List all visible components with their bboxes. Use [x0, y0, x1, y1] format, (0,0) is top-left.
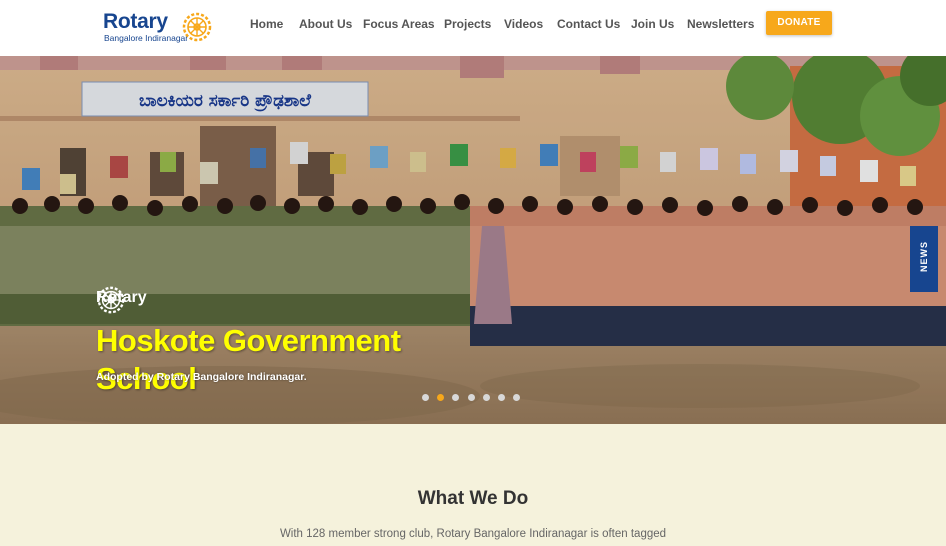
- slider-dot[interactable]: [422, 394, 429, 401]
- slider-pagination: [422, 394, 524, 402]
- nav-home[interactable]: Home: [250, 17, 283, 31]
- slider-dot[interactable]: [513, 394, 520, 401]
- nav-projects[interactable]: Projects: [444, 17, 491, 31]
- slide-rotary-logo: Rotary: [96, 285, 196, 315]
- slide-caption: Adopted by Rotary Bangalore Indiranagar.: [96, 371, 307, 383]
- nav-join-us[interactable]: Join Us: [631, 17, 674, 31]
- logo-wordmark: Rotary: [103, 10, 168, 33]
- slide-title: Hoskote Government School: [96, 323, 401, 396]
- news-tab-label: NEWS: [919, 241, 929, 272]
- slider-dot[interactable]: [468, 394, 475, 401]
- donate-button[interactable]: DONATE: [766, 11, 832, 35]
- logo-club-name: Bangalore Indiranagar: [104, 33, 189, 43]
- rotary-wheel-icon: [97, 286, 125, 314]
- section-title: What We Do: [417, 488, 529, 509]
- section-intro-text: With 128 member strong club, Rotary Bang…: [279, 528, 667, 540]
- hero-slider: ಬಾಲಕಿಯರ ಸರ್ಕಾರಿ ಪ್ರೌಢಶಾಲೆ Rotary Hoskote…: [0, 56, 946, 424]
- nav-focus-areas[interactable]: Focus Areas: [363, 17, 435, 31]
- nav-videos[interactable]: Videos: [504, 17, 543, 31]
- news-tab[interactable]: NEWS: [910, 226, 938, 292]
- slider-dot[interactable]: [452, 394, 459, 401]
- rotary-wheel-icon: [182, 12, 212, 42]
- nav-newsletters[interactable]: Newsletters: [687, 17, 754, 31]
- site-logo[interactable]: Rotary Bangalore Indiranagar: [103, 10, 215, 46]
- slider-dot[interactable]: [498, 394, 505, 401]
- site-header: Rotary Bangalore Indiranagar Home About …: [0, 0, 946, 56]
- nav-contact-us[interactable]: Contact Us: [557, 17, 620, 31]
- slider-dot-active[interactable]: [437, 394, 444, 401]
- what-we-do-section: What We Do With 128 member strong club, …: [0, 424, 946, 546]
- nav-about-us[interactable]: About Us: [299, 17, 352, 31]
- slider-dot[interactable]: [483, 394, 490, 401]
